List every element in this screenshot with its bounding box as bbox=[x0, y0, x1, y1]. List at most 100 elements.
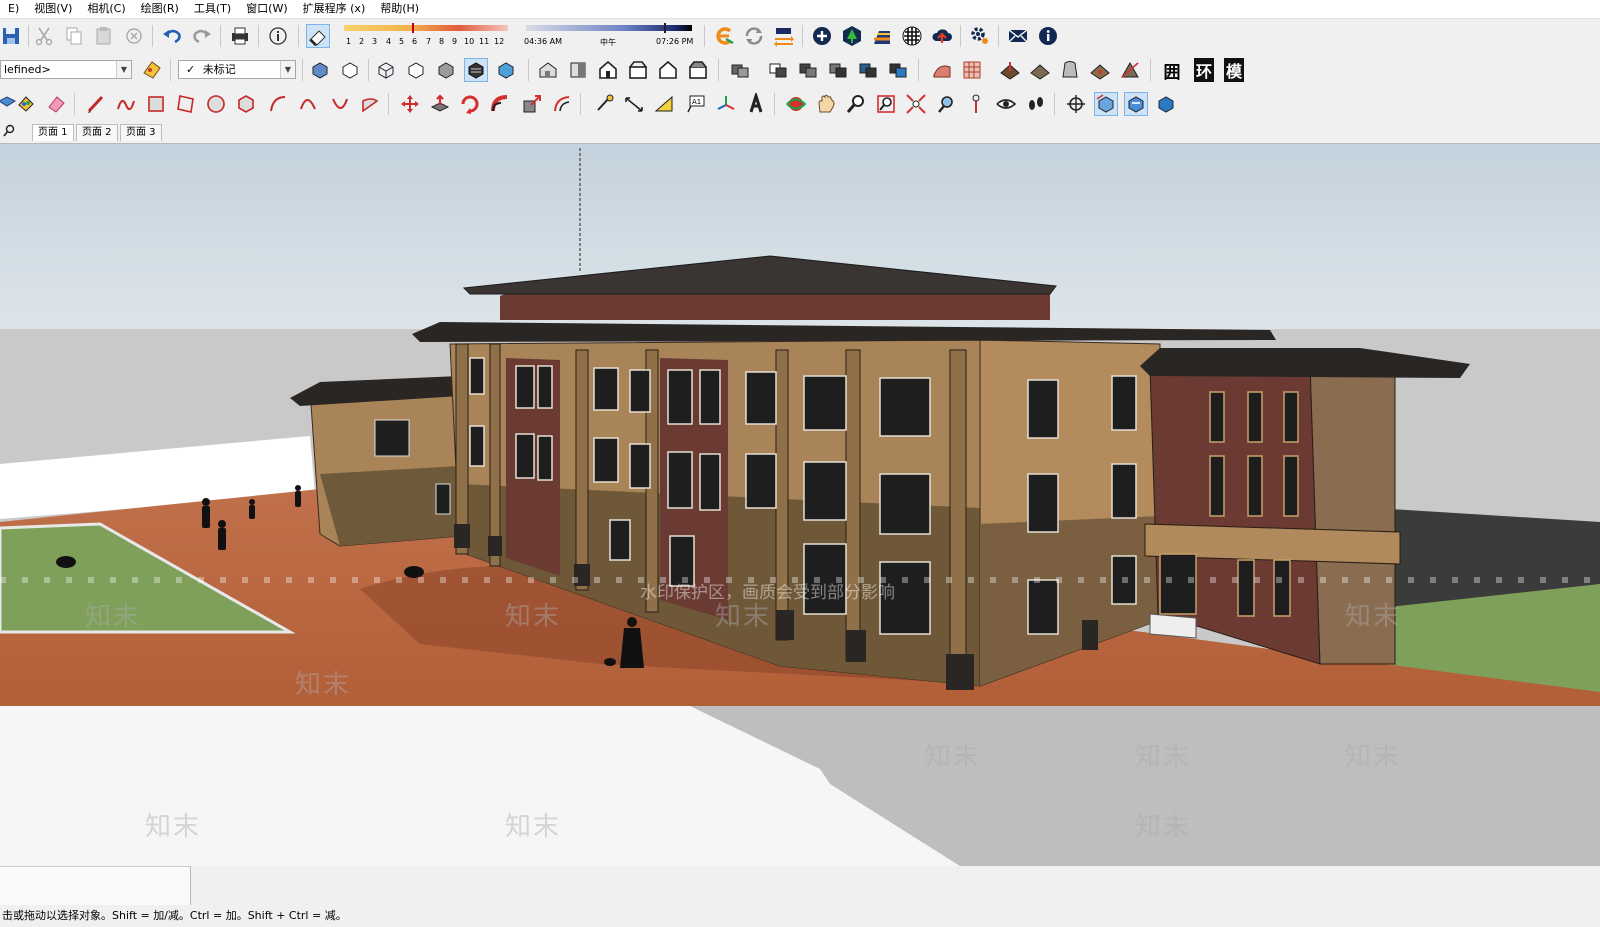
push-pull-icon[interactable] bbox=[428, 92, 452, 116]
text-button-model[interactable]: 模 bbox=[1222, 58, 1246, 82]
rotated-rectangle-icon[interactable] bbox=[174, 92, 198, 116]
menu-extensions[interactable]: 扩展程序 (x) bbox=[295, 0, 373, 18]
section-fill-icon[interactable] bbox=[1154, 92, 1178, 116]
menu-camera[interactable]: 相机(C) bbox=[79, 0, 132, 18]
settings-gear-icon[interactable] bbox=[968, 24, 992, 48]
text-tool-icon[interactable]: A1 bbox=[684, 92, 708, 116]
axes-icon[interactable] bbox=[714, 92, 738, 116]
circle-icon[interactable] bbox=[204, 92, 228, 116]
wireframe-icon[interactable] bbox=[374, 58, 398, 82]
offset-icon[interactable] bbox=[550, 92, 574, 116]
section-plane-icon[interactable] bbox=[1064, 92, 1088, 116]
print-icon[interactable] bbox=[228, 24, 252, 48]
three-point-arc-icon[interactable] bbox=[328, 92, 352, 116]
paste-icon[interactable] bbox=[92, 24, 116, 48]
menu-view[interactable]: 视图(V) bbox=[26, 0, 79, 18]
line-pencil-icon[interactable] bbox=[84, 92, 108, 116]
sandbox-contours-icon[interactable] bbox=[930, 58, 954, 82]
orbit-icon[interactable] bbox=[784, 92, 808, 116]
tape-measure-icon[interactable] bbox=[592, 92, 616, 116]
back-edges-icon[interactable] bbox=[338, 58, 362, 82]
add-detail-icon[interactable] bbox=[1088, 58, 1112, 82]
move-icon[interactable] bbox=[398, 92, 422, 116]
zoom-extents-icon[interactable] bbox=[904, 92, 928, 116]
union-icon[interactable] bbox=[826, 58, 850, 82]
menu-tools[interactable]: 工具(T) bbox=[186, 0, 238, 18]
model-info-icon[interactable] bbox=[266, 24, 290, 48]
measurements-box[interactable] bbox=[0, 866, 191, 905]
model-viewport[interactable]: 知末 知末 知末 知末 知末 知末 知末 知末 知末 知末 知末 水印保护区，画… bbox=[0, 144, 1600, 866]
freehand-icon[interactable] bbox=[114, 92, 138, 116]
flip-edge-icon[interactable] bbox=[1118, 58, 1142, 82]
menu-edit[interactable]: E) bbox=[0, 0, 26, 18]
refresh-icon[interactable] bbox=[742, 24, 766, 48]
top-view-icon[interactable] bbox=[566, 58, 590, 82]
position-camera-icon[interactable] bbox=[964, 92, 988, 116]
back-view-icon[interactable] bbox=[656, 58, 680, 82]
chevron-down-icon[interactable]: ▼ bbox=[116, 61, 131, 78]
zoom-window-icon[interactable] bbox=[874, 92, 898, 116]
menu-help[interactable]: 帮助(H) bbox=[372, 0, 426, 18]
display-section-cuts-icon[interactable] bbox=[1124, 92, 1148, 116]
left-view-icon[interactable] bbox=[686, 58, 710, 82]
dimension-icon[interactable] bbox=[622, 92, 646, 116]
sync-arrows-icon[interactable] bbox=[772, 24, 796, 48]
xray-face-style-icon[interactable] bbox=[308, 58, 332, 82]
walk-footsteps-icon[interactable] bbox=[1024, 92, 1048, 116]
extension-e-icon[interactable] bbox=[712, 24, 736, 48]
rotate-icon[interactable] bbox=[458, 92, 482, 116]
checker-ball-icon[interactable] bbox=[900, 24, 924, 48]
solid-tools-icon[interactable] bbox=[728, 58, 752, 82]
scene-search-icon[interactable] bbox=[2, 124, 16, 138]
style-paint-icon[interactable] bbox=[140, 58, 164, 82]
paint-bucket-icon[interactable] bbox=[14, 92, 38, 116]
smoove-icon[interactable] bbox=[998, 58, 1022, 82]
menu-draw[interactable]: 绘图(R) bbox=[133, 0, 186, 18]
text-button-environment[interactable]: 环 bbox=[1192, 58, 1216, 82]
display-section-planes-icon[interactable] bbox=[1094, 92, 1118, 116]
tag-select[interactable]: ✓ 未标记 ▼ bbox=[178, 60, 296, 79]
cloud-upload-icon[interactable] bbox=[930, 24, 954, 48]
zoom-icon[interactable] bbox=[844, 92, 868, 116]
subtract-icon[interactable] bbox=[856, 58, 880, 82]
text-button-layout[interactable]: 囲 bbox=[1160, 58, 1184, 83]
copy-icon[interactable] bbox=[62, 24, 86, 48]
intersect-icon[interactable] bbox=[796, 58, 820, 82]
iso-view-icon[interactable] bbox=[536, 58, 560, 82]
scale-icon[interactable] bbox=[520, 92, 544, 116]
shadow-month-slider[interactable]: 1 2 3 4 5 6 7 8 9 10 11 12 bbox=[342, 23, 510, 51]
mail-icon[interactable] bbox=[1006, 24, 1030, 48]
eraser-icon[interactable] bbox=[44, 92, 68, 116]
redo-icon[interactable] bbox=[190, 24, 214, 48]
hidden-line-icon[interactable] bbox=[404, 58, 428, 82]
shadow-time-slider[interactable]: 04:36 AM 中午 07:26 PM bbox=[524, 23, 696, 51]
stamp-icon[interactable] bbox=[1028, 58, 1052, 82]
two-point-arc-icon[interactable] bbox=[296, 92, 320, 116]
rectangle-icon[interactable] bbox=[144, 92, 168, 116]
right-view-icon[interactable] bbox=[626, 58, 650, 82]
3d-text-icon[interactable] bbox=[744, 92, 768, 116]
save-icon[interactable] bbox=[0, 24, 24, 48]
look-around-icon[interactable] bbox=[994, 92, 1018, 116]
scene-tab-2[interactable]: 页面 2 bbox=[76, 124, 118, 141]
add-circle-icon[interactable] bbox=[810, 24, 834, 48]
erase-icon[interactable] bbox=[122, 24, 146, 48]
trim-icon[interactable] bbox=[886, 58, 910, 82]
menu-window[interactable]: 窗口(W) bbox=[238, 0, 294, 18]
outer-shell-icon[interactable] bbox=[766, 58, 790, 82]
previous-view-icon[interactable] bbox=[934, 92, 958, 116]
pan-hand-icon[interactable] bbox=[814, 92, 838, 116]
cut-icon[interactable] bbox=[32, 24, 56, 48]
polygon-icon[interactable] bbox=[234, 92, 258, 116]
monochrome-icon[interactable] bbox=[494, 58, 518, 82]
front-view-icon[interactable] bbox=[596, 58, 620, 82]
solar-panel-icon[interactable] bbox=[870, 24, 894, 48]
arc-icon[interactable] bbox=[266, 92, 290, 116]
undo-icon[interactable] bbox=[160, 24, 184, 48]
shaded-icon[interactable] bbox=[434, 58, 458, 82]
drape-icon[interactable] bbox=[1058, 58, 1082, 82]
scene-tab-3[interactable]: 页面 3 bbox=[120, 124, 162, 141]
scene-tab-1[interactable]: 页面 1 bbox=[32, 124, 74, 141]
shadows-toggle-icon[interactable] bbox=[306, 24, 330, 48]
follow-me-icon[interactable] bbox=[488, 92, 512, 116]
